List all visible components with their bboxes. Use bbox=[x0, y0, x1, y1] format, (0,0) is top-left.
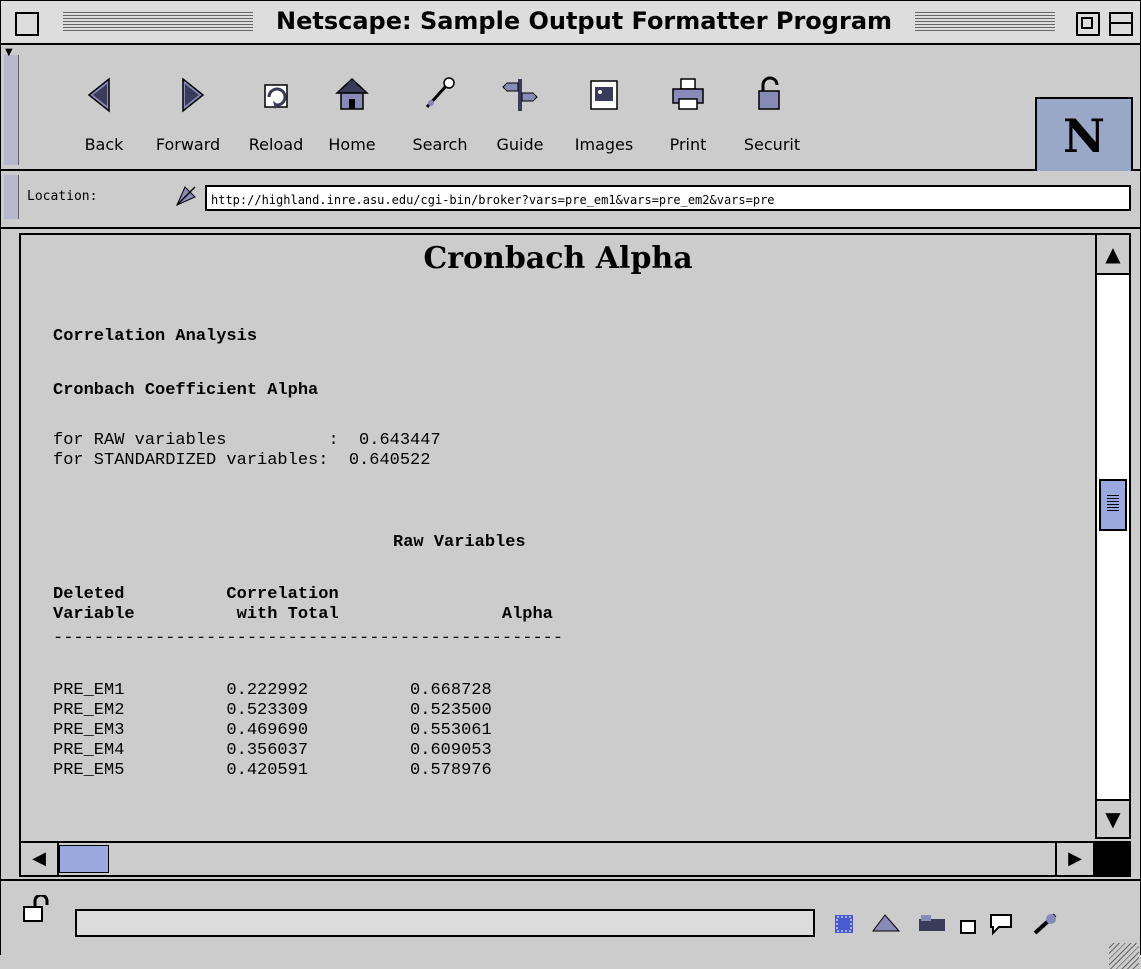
title-stripes-right bbox=[915, 12, 1055, 32]
page-proxy-icon[interactable] bbox=[173, 183, 199, 209]
component-bar bbox=[831, 911, 1111, 941]
guide-button[interactable]: Guide bbox=[479, 71, 561, 159]
vertical-scroll-thumb[interactable] bbox=[1099, 479, 1127, 531]
security-status-icon[interactable] bbox=[21, 895, 51, 925]
forward-arrow-icon bbox=[182, 77, 205, 113]
security-label: Securit bbox=[743, 135, 801, 154]
home-icon bbox=[335, 77, 369, 110]
conference-icon[interactable] bbox=[987, 911, 1017, 937]
search-label: Search bbox=[412, 135, 468, 154]
images-icon bbox=[590, 80, 618, 110]
guide-label: Guide bbox=[496, 135, 544, 154]
table-row: PRE_EM2 0.523309 0.523500 bbox=[53, 701, 492, 720]
news-icon[interactable] bbox=[917, 911, 947, 937]
reload-button[interactable]: Reload bbox=[235, 71, 317, 159]
table-header-line1: Deleted Correlation bbox=[53, 585, 339, 604]
table-row: PRE_EM1 0.222992 0.668728 bbox=[53, 681, 492, 700]
images-button[interactable]: Images bbox=[563, 71, 645, 159]
collapse-box-button[interactable] bbox=[1109, 12, 1133, 36]
toolbar-collapse-handle[interactable] bbox=[4, 47, 19, 165]
browser-window: Netscape: Sample Output Formatter Progra… bbox=[0, 0, 1141, 969]
table-row: PRE_EM3 0.469690 0.553061 bbox=[53, 721, 492, 740]
vertical-scrollbar[interactable]: ▲ ▼ bbox=[1095, 233, 1131, 839]
navigation-toolbar: Back Forward Reload Home bbox=[1, 45, 1140, 211]
print-label: Print bbox=[669, 135, 707, 154]
title-bar[interactable]: Netscape: Sample Output Formatter Progra… bbox=[1, 1, 1140, 45]
location-label: Location: bbox=[27, 189, 98, 204]
standardized-alpha-line: for STANDARDIZED variables: 0.640522 bbox=[53, 451, 431, 470]
home-label: Home bbox=[328, 135, 376, 154]
scroll-up-arrow-icon[interactable]: ▲ bbox=[1097, 235, 1129, 275]
zoom-box-button[interactable] bbox=[1076, 12, 1100, 36]
close-box-button[interactable] bbox=[15, 12, 39, 36]
horizontal-scrollbar[interactable]: ◀ ▶ bbox=[19, 841, 1095, 877]
images-label: Images bbox=[574, 135, 634, 154]
security-button[interactable]: Securit bbox=[731, 71, 813, 159]
location-bar: Location: http://highland.inre.asu.edu/c… bbox=[1, 171, 1140, 229]
back-arrow-icon bbox=[87, 77, 110, 113]
print-icon bbox=[672, 78, 704, 110]
calendar-icon[interactable] bbox=[1031, 911, 1061, 937]
security-lock-icon bbox=[758, 76, 780, 110]
table-header-line2: Variable with Total Alpha bbox=[53, 605, 553, 624]
reload-icon bbox=[264, 84, 288, 109]
location-collapse-handle[interactable] bbox=[4, 175, 19, 219]
search-button[interactable]: Search bbox=[399, 71, 481, 159]
table-row: PRE_EM4 0.356037 0.609053 bbox=[53, 741, 492, 760]
resize-grip[interactable] bbox=[1109, 943, 1139, 969]
navigator-icon[interactable] bbox=[831, 911, 861, 937]
scroll-left-arrow-icon[interactable]: ◀ bbox=[21, 843, 59, 875]
section-correlation-analysis: Correlation Analysis bbox=[53, 327, 258, 346]
status-message-field bbox=[75, 909, 815, 937]
status-bar bbox=[1, 879, 1140, 969]
title-stripes-left bbox=[63, 12, 253, 32]
search-icon bbox=[425, 77, 455, 109]
forward-button[interactable]: Forward bbox=[147, 71, 229, 159]
back-label: Back bbox=[84, 135, 124, 154]
scroll-down-arrow-icon[interactable]: ▼ bbox=[1097, 799, 1129, 837]
page-title: Cronbach Alpha bbox=[423, 241, 693, 276]
page-content: Cronbach Alpha Correlation Analysis Cron… bbox=[19, 233, 1095, 841]
home-button[interactable]: Home bbox=[311, 71, 393, 159]
back-button[interactable]: Back bbox=[63, 71, 145, 159]
horizontal-scroll-thumb[interactable] bbox=[59, 845, 109, 873]
raw-variables-heading: Raw Variables bbox=[393, 533, 526, 552]
scroll-right-arrow-icon[interactable]: ▶ bbox=[1055, 843, 1093, 875]
netscape-n-logo: N bbox=[1063, 109, 1106, 163]
table-divider: ----------------------------------------… bbox=[53, 629, 564, 648]
reload-label: Reload bbox=[248, 135, 304, 154]
raw-alpha-line: for RAW variables : 0.643447 bbox=[53, 431, 441, 450]
scrollbar-corner bbox=[1095, 841, 1131, 877]
composer-icon[interactable] bbox=[957, 911, 987, 937]
table-row: PRE_EM5 0.420591 0.578976 bbox=[53, 761, 492, 780]
forward-label: Forward bbox=[155, 135, 221, 154]
guide-signpost-icon bbox=[502, 79, 538, 111]
section-cronbach-coefficient: Cronbach Coefficient Alpha bbox=[53, 381, 319, 400]
print-button[interactable]: Print bbox=[647, 71, 729, 159]
mail-icon[interactable] bbox=[871, 911, 901, 937]
url-field[interactable]: http://highland.inre.asu.edu/cgi-bin/bro… bbox=[205, 185, 1131, 211]
window-title: Netscape: Sample Output Formatter Progra… bbox=[275, 7, 893, 35]
